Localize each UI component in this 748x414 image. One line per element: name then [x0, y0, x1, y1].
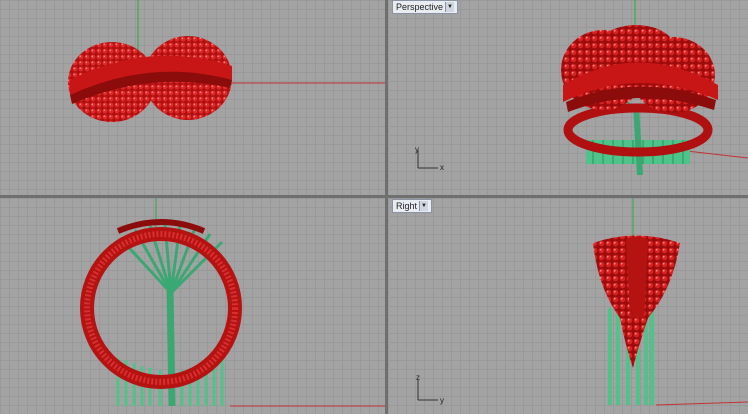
axis-z-label: z	[416, 373, 420, 382]
viewport-title-label: Perspective	[396, 2, 444, 12]
viewport-title-perspective[interactable]: Perspective ▼	[392, 0, 459, 14]
ring-top-view	[68, 36, 232, 122]
axis-y-label: y	[440, 396, 444, 405]
front-view-canvas	[80, 198, 385, 407]
axis-x-label: x	[440, 163, 444, 172]
viewport-perspective[interactable]: y x Perspective ▼	[388, 0, 748, 195]
viewport-top[interactable]	[0, 0, 385, 195]
chevron-down-icon[interactable]: ▼	[419, 201, 429, 211]
chevron-down-icon[interactable]: ▼	[445, 2, 455, 12]
axis-y-label: y	[415, 145, 419, 154]
viewport-title-right[interactable]: Right ▼	[392, 199, 433, 213]
viewport-title-label: Right	[396, 201, 418, 211]
cplane-axis-widget: y x	[415, 145, 444, 172]
viewport-right[interactable]: z y Right ▼	[388, 198, 748, 414]
cplane-axis-widget: z y	[416, 373, 444, 405]
right-view-canvas: z y	[416, 198, 748, 406]
ring-right-view	[593, 235, 680, 405]
viewport-front[interactable]	[0, 198, 385, 414]
x-axis-line	[655, 401, 748, 406]
perspective-view-canvas: y x	[415, 0, 748, 176]
ring-front-view	[80, 219, 242, 407]
ring-perspective	[561, 25, 718, 176]
top-view-canvas	[68, 0, 385, 122]
